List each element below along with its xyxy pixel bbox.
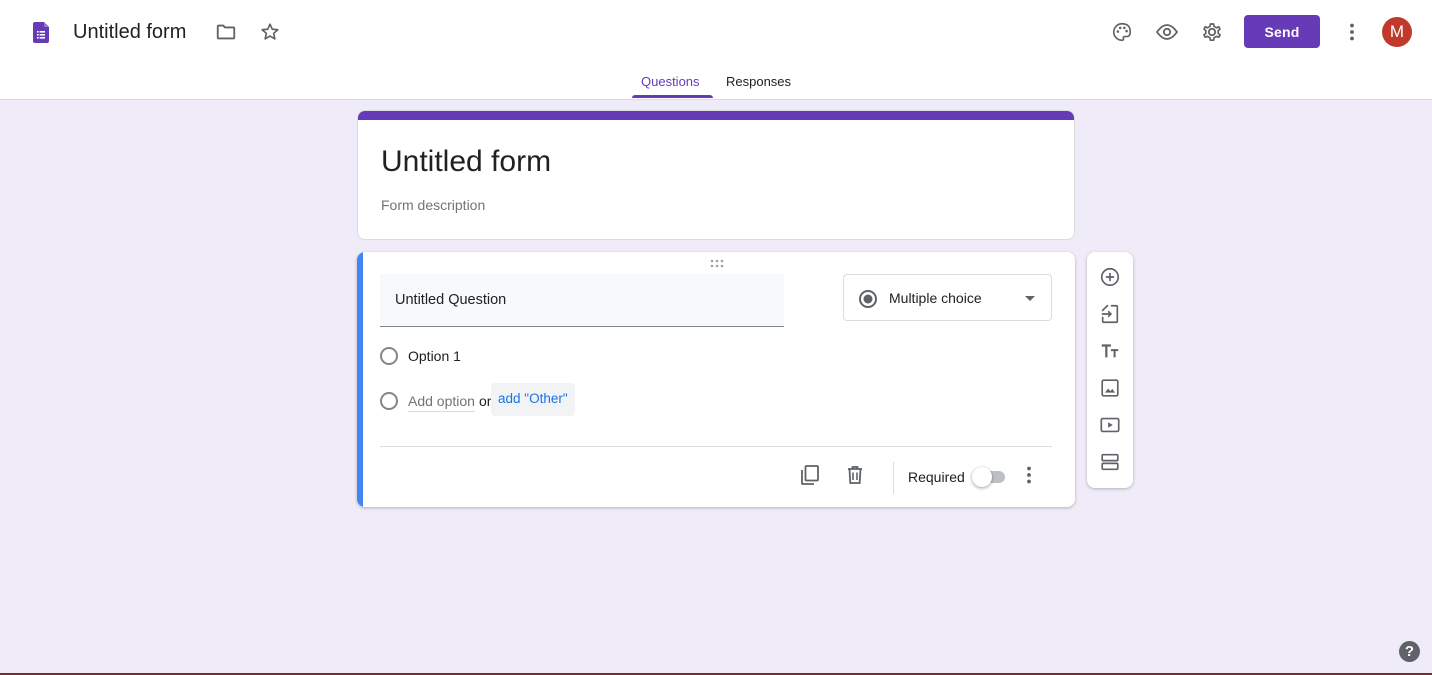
option-label[interactable]: Option 1	[408, 348, 461, 364]
radio-checked-icon	[859, 290, 877, 308]
option-row[interactable]: Option 1	[380, 347, 680, 367]
radio-unchecked-icon	[380, 392, 398, 410]
floating-toolbar	[1087, 252, 1133, 488]
gear-icon[interactable]	[1200, 20, 1224, 44]
send-button[interactable]: Send	[1244, 15, 1320, 48]
more-vert-icon[interactable]	[1340, 20, 1364, 44]
footer-divider	[380, 446, 1052, 447]
doc-title[interactable]: Untitled form	[73, 19, 186, 45]
import-questions-icon[interactable]	[1098, 302, 1122, 326]
required-label: Required	[908, 469, 965, 485]
or-text: or	[479, 393, 492, 409]
add-section-icon[interactable]	[1098, 450, 1122, 474]
palette-icon[interactable]	[1110, 20, 1134, 44]
add-option-input[interactable]: Add option	[408, 393, 475, 412]
eye-icon[interactable]	[1155, 20, 1179, 44]
delete-icon[interactable]	[843, 463, 867, 487]
form-header-card[interactable]: Untitled form Form description	[357, 110, 1075, 240]
footer-vertical-divider	[893, 462, 894, 494]
add-option-row: Add option or add "Other"	[380, 383, 680, 416]
help-button[interactable]: ?	[1399, 641, 1420, 662]
star-icon[interactable]	[258, 20, 282, 44]
add-image-icon[interactable]	[1098, 376, 1122, 400]
dropdown-arrow-icon	[1025, 296, 1035, 301]
add-video-icon[interactable]	[1098, 413, 1122, 437]
active-tab-indicator	[632, 95, 713, 98]
tab-responses[interactable]: Responses	[726, 75, 791, 89]
required-toggle[interactable]	[972, 467, 1007, 487]
duplicate-icon[interactable]	[798, 463, 822, 487]
folder-icon[interactable]	[214, 20, 238, 44]
add-other-button[interactable]: add "Other"	[491, 383, 575, 416]
forms-app-icon[interactable]	[33, 22, 49, 43]
radio-unchecked-icon	[380, 347, 398, 365]
top-bar: Untitled form Send M Questions Responses	[0, 0, 1432, 100]
drag-handle-icon[interactable]	[709, 259, 725, 269]
form-title[interactable]: Untitled form	[381, 144, 551, 180]
toggle-thumb	[972, 467, 992, 487]
question-type-label: Multiple choice	[889, 290, 982, 306]
active-question-indicator	[357, 252, 363, 507]
avatar[interactable]: M	[1382, 17, 1412, 47]
form-description-field[interactable]: Form description	[381, 197, 485, 213]
add-question-icon[interactable]	[1098, 265, 1122, 289]
more-vert-icon[interactable]	[1017, 463, 1041, 487]
question-title-input[interactable]: Untitled Question	[380, 274, 784, 327]
add-title-icon[interactable]	[1098, 339, 1122, 363]
tab-questions[interactable]: Questions	[641, 75, 700, 89]
question-card[interactable]: Untitled Question Multiple choice Option…	[357, 252, 1075, 507]
question-type-dropdown[interactable]: Multiple choice	[843, 274, 1052, 321]
theme-accent-bar	[358, 111, 1074, 120]
